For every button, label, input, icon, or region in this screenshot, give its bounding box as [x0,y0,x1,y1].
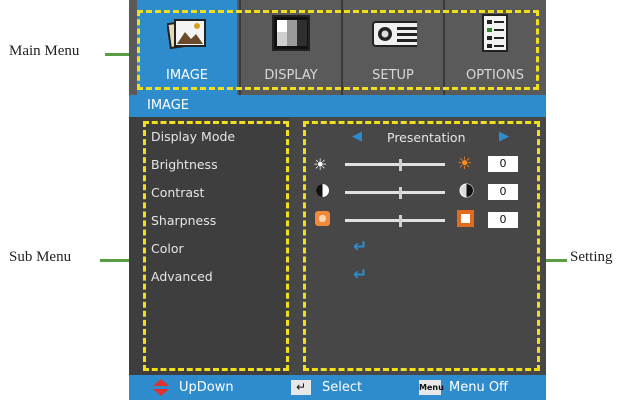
sub-menu-callout: Sub Menu [9,249,72,265]
sub-menu-highlight [143,121,289,371]
section-title-bar: IMAGE [129,95,546,117]
menu-off-label: Menu Off [449,380,509,395]
main-menu-highlight [137,10,539,90]
updown-icon [153,379,169,396]
menu-key-icon: Menu [419,380,444,395]
setting-highlight [303,121,540,371]
select-key-icon: ↵ [291,380,311,395]
bottom-bar: UpDown ↵ Select Menu Menu Off [129,375,546,400]
setting-callout: Setting [570,249,613,265]
section-title: IMAGE [147,98,190,113]
select-label: Select [322,380,363,395]
osd-menu: IMAGE DISPLAY SETUP OPTIONS IMAGE Displa… [129,0,546,400]
updown-label: UpDown [179,380,234,395]
main-menu-callout: Main Menu [9,43,80,59]
